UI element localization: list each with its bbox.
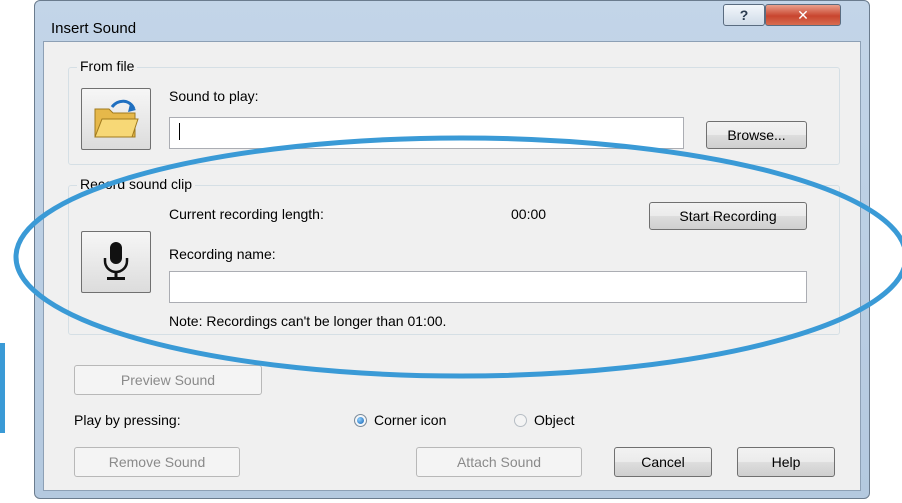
question-mark-icon: ?	[739, 7, 749, 23]
dialog-body: From file Sound to play: Browse... Recor…	[43, 41, 861, 491]
from-file-group: From file Sound to play: Browse...	[68, 58, 840, 165]
recording-name-label: Recording name:	[169, 246, 276, 262]
text-caret	[179, 123, 180, 140]
record-sound-group: Record sound clip Current recording leng…	[68, 176, 840, 335]
title-bar: Insert Sound ? ✕	[35, 1, 869, 41]
corner-icon-radio-label[interactable]: Corner icon	[374, 412, 446, 428]
recording-length-value: 00:00	[511, 206, 547, 222]
browse-button[interactable]: Browse...	[706, 121, 807, 149]
object-radio[interactable]	[514, 414, 527, 427]
help-button[interactable]: Help	[737, 447, 835, 477]
from-file-group-label: From file	[77, 58, 138, 74]
sound-to-play-label: Sound to play:	[169, 88, 259, 104]
title-help-button[interactable]: ?	[723, 4, 765, 26]
attach-sound-button[interactable]: Attach Sound	[416, 447, 582, 477]
corner-icon-radio[interactable]	[354, 414, 367, 427]
sound-to-play-input[interactable]	[169, 117, 684, 149]
folder-open-icon	[94, 99, 139, 138]
recording-length-note: Note: Recordings can't be longer than 01…	[169, 313, 447, 329]
object-radio-label[interactable]: Object	[534, 412, 574, 428]
preview-sound-button[interactable]: Preview Sound	[74, 365, 262, 395]
recording-length-label: Current recording length:	[169, 206, 324, 222]
start-recording-button[interactable]: Start Recording	[649, 202, 807, 230]
play-by-pressing-label: Play by pressing:	[74, 412, 181, 428]
record-sound-group-label: Record sound clip	[77, 176, 196, 192]
recording-name-input[interactable]	[169, 271, 807, 303]
cancel-button[interactable]: Cancel	[614, 447, 712, 477]
insert-sound-dialog: Insert Sound ? ✕ From file Sound to play…	[34, 0, 870, 499]
microphone-icon	[103, 242, 129, 280]
folder-open-button[interactable]	[81, 88, 151, 150]
close-button[interactable]: ✕	[765, 4, 841, 26]
close-icon: ✕	[797, 6, 809, 23]
radio-selected-dot	[357, 417, 364, 424]
annotation-left-bar	[0, 343, 5, 433]
window-title: Insert Sound	[51, 20, 137, 37]
remove-sound-button[interactable]: Remove Sound	[74, 447, 240, 477]
microphone-button[interactable]	[81, 231, 151, 293]
